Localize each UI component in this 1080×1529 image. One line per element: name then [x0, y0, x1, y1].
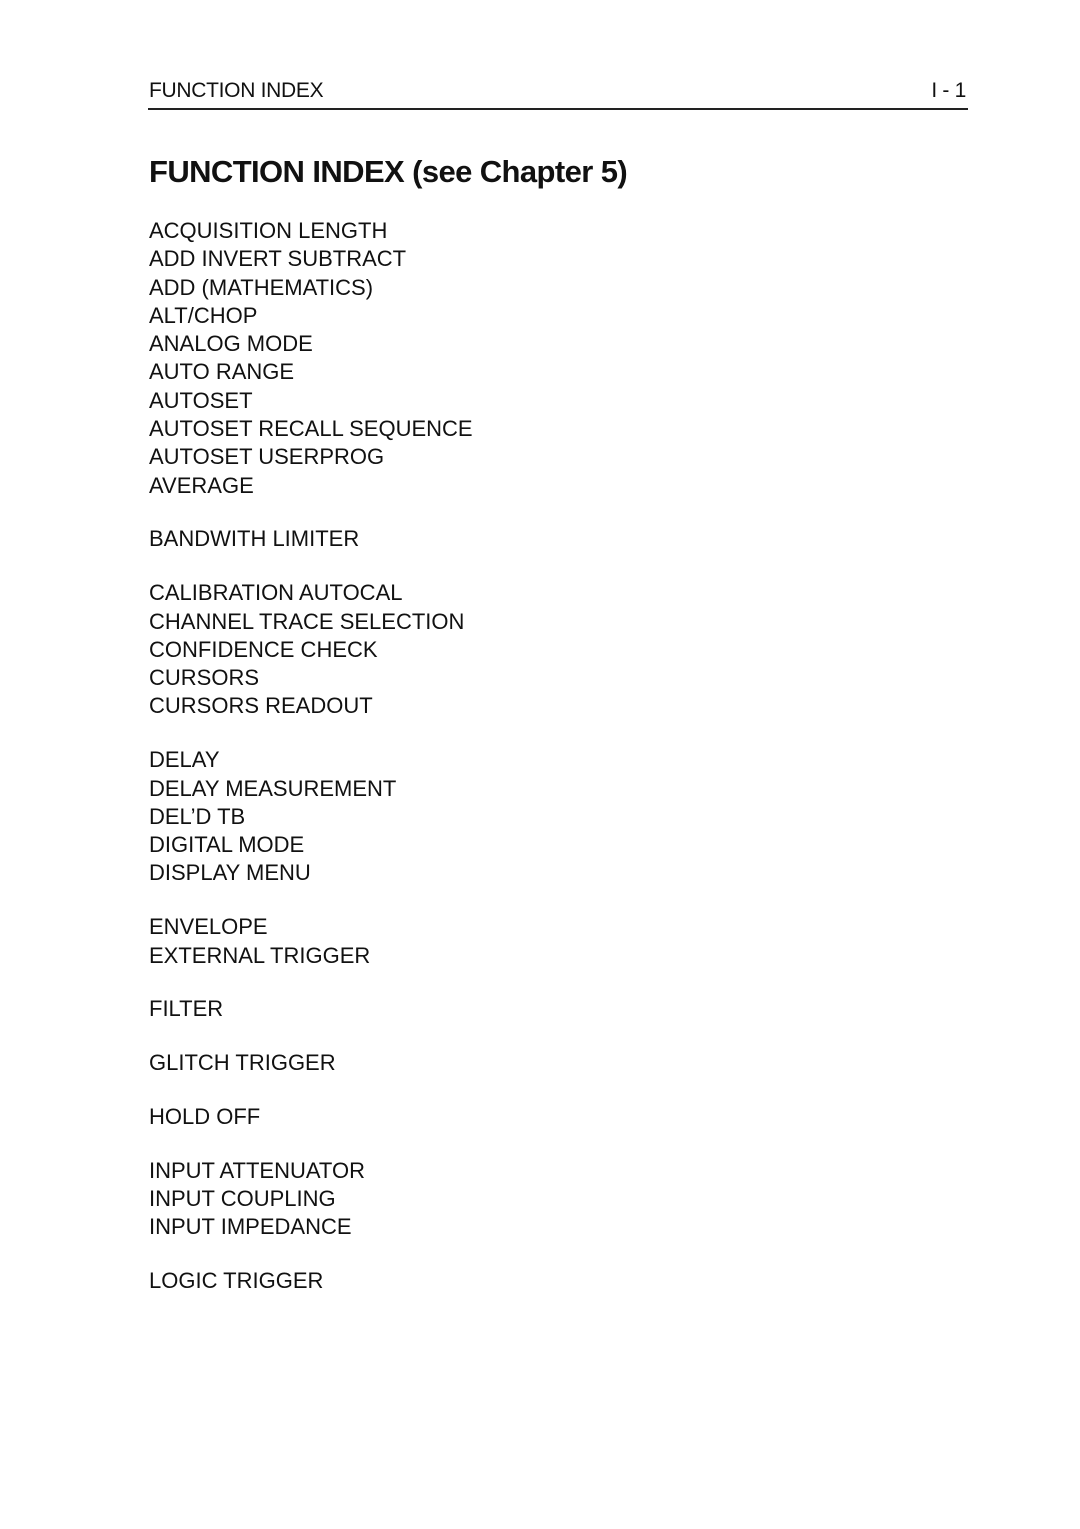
index-group-c: CALIBRATION AUTOCAL CHANNEL TRACE SELECTI… [149, 579, 473, 720]
index-entry: EXTERNAL TRIGGER [149, 942, 371, 968]
index-entry: AUTO RANGE [149, 359, 295, 385]
index-entry: INPUT IMPEDANCE [149, 1214, 352, 1240]
index-entry: CHANNEL TRACE SELECTION [149, 608, 465, 634]
index-entry: DISPLAY MENU [149, 860, 311, 886]
index-entry: ENVELOPE [149, 914, 268, 940]
index-group-items: FILTER [149, 995, 473, 1023]
index-group-l: LOGIC TRIGGER [149, 1267, 473, 1295]
running-header: FUNCTION INDEX I - 1 [148, 77, 968, 110]
index-entry: ALT/CHOP [149, 302, 258, 328]
index-entry: INPUT COUPLING [149, 1186, 336, 1212]
function-index-list: ACQUISITION LENGTH ADD INVERT SUBTRACT ADD… [149, 217, 473, 1321]
index-group-items: ENVELOPE EXTERNAL TRIGGER [149, 913, 473, 970]
index-entry: DIGITAL MODE [149, 832, 305, 858]
index-entry: INPUT ATTENUATOR [149, 1157, 365, 1183]
index-group-items: CALIBRATION AUTOCAL CHANNEL TRACE SELECTI… [149, 579, 473, 720]
header-section-title: FUNCTION INDEX [149, 79, 324, 102]
index-group-items: GLITCH TRIGGER [149, 1049, 473, 1077]
page-title: FUNCTION INDEX (see Chapter 5) [149, 154, 628, 189]
index-group-items: DELAY DELAY MEASUREMENT DEL’D TB DIGITAL MO… [149, 746, 473, 887]
index-group-d: DELAY DELAY MEASUREMENT DEL’D TB DIGITAL MO… [149, 746, 473, 887]
index-group-items: HOLD OFF [149, 1103, 473, 1131]
index-entry: ANALOG MODE [149, 331, 313, 357]
index-entry: CURSORS READOUT [149, 693, 373, 719]
index-group-items: BANDWITH LIMITER [149, 525, 473, 553]
index-group-a: ACQUISITION LENGTH ADD INVERT SUBTRACT ADD… [149, 217, 473, 500]
index-entry: CURSORS [149, 665, 260, 691]
index-entry: LOGIC TRIGGER [149, 1268, 324, 1294]
index-entry: ADD INVERT SUBTRACT [149, 246, 407, 272]
index-entry: ADD (MATHEMATICS) [149, 274, 374, 300]
index-group-h: HOLD OFF [149, 1103, 473, 1131]
index-group-b: BANDWITH LIMITER [149, 525, 473, 553]
index-entry: CONFIDENCE CHECK [149, 636, 378, 662]
index-group-e: ENVELOPE EXTERNAL TRIGGER [149, 913, 473, 970]
index-group-f: FILTER [149, 995, 473, 1023]
index-entry: AUTOSET USERPROG [149, 444, 385, 470]
index-entry: BANDWITH LIMITER [149, 526, 360, 552]
index-group-items: INPUT ATTENUATOR INPUT COUPLING INPUT IMPE… [149, 1157, 473, 1242]
header-page-number: I - 1 [931, 79, 966, 102]
index-entry: DELAY [149, 747, 220, 773]
index-entry: FILTER [149, 996, 224, 1022]
index-entry: DELAY MEASUREMENT [149, 775, 397, 801]
index-entry: CALIBRATION AUTOCAL [149, 580, 403, 606]
index-group-i: INPUT ATTENUATOR INPUT COUPLING INPUT IMPE… [149, 1157, 473, 1242]
index-group-items: LOGIC TRIGGER [149, 1267, 473, 1295]
index-entry: AUTOSET [149, 387, 253, 413]
index-entry: AVERAGE [149, 472, 254, 498]
index-entry: DEL’D TB [149, 803, 246, 829]
index-entry: ACQUISITION LENGTH [149, 218, 388, 243]
index-entry: HOLD OFF [149, 1103, 261, 1129]
index-group-items: ACQUISITION LENGTH ADD INVERT SUBTRACT ADD… [149, 217, 473, 500]
index-entry: GLITCH TRIGGER [149, 1050, 336, 1076]
index-group-g: GLITCH TRIGGER [149, 1049, 473, 1077]
index-entry: AUTOSET RECALL SEQUENCE [149, 416, 473, 442]
